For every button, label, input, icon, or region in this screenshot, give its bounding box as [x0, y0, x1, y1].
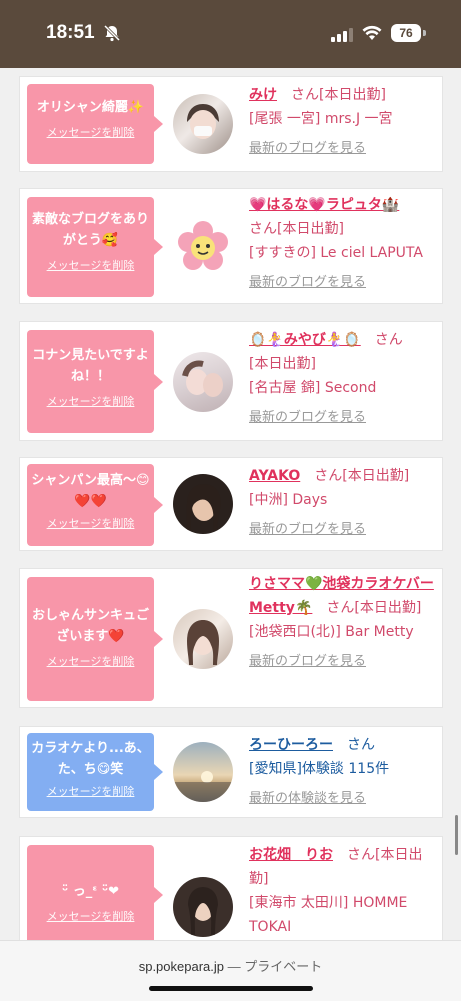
- message-card: カラオケより...あ、た、ち😋笑 メッセージを削除 ろーひーろー さん [愛知県…: [19, 726, 443, 818]
- message-bubble: オリシャン綺麗✨ メッセージを削除: [27, 84, 163, 164]
- sender-san: さん: [347, 737, 375, 753]
- sender-san: さん: [374, 332, 403, 348]
- delete-message-link[interactable]: メッセージを削除: [31, 393, 150, 409]
- message-text: おしゃんサンキュございます❤️: [31, 608, 149, 644]
- status-bar: 18:51 76: [0, 0, 461, 68]
- message-info: お花畑 りお さん[本日出勤] [東海市 太田川] HOMME TOKAI: [249, 843, 439, 939]
- message-bubble: シャンパン最高〜😊❤️❤️ メッセージを削除: [27, 464, 163, 546]
- user-avatar[interactable]: [173, 217, 233, 277]
- sender-status: さん[本日出勤]: [249, 221, 344, 237]
- message-info: りさママ💚池袋カラオケバーMetty🌴 さん[本日出勤] [池袋西口(北)] B…: [249, 572, 439, 674]
- message-card: ᵕ̈ っ_ᵋ ᵕ̈❤︎ メッセージを削除 お花畑 りお さん[本日出勤] [東海…: [19, 836, 443, 956]
- message-bubble: ᵕ̈ っ_ᵋ ᵕ̈❤︎ メッセージを削除: [27, 845, 163, 945]
- message-card: おしゃんサンキュございます❤️ メッセージを削除 りさママ💚池袋カラオケバーMe…: [19, 568, 443, 708]
- sender-name-link[interactable]: ろーひーろー: [249, 737, 333, 753]
- scroll-indicator[interactable]: [455, 815, 458, 855]
- sender-name-link[interactable]: AYAKO: [249, 468, 300, 484]
- message-card: オリシャン綺麗✨ メッセージを削除 みけ さん[本日出勤] [尾張 一宮] mr…: [19, 76, 443, 172]
- url-domain: sp.pokepara.jp: [138, 959, 224, 974]
- message-info: ろーひーろー さん [愛知県]体験談 115件 最新の体験談を見る: [249, 733, 439, 811]
- message-info: 💗はるな💗ラピュタ🏰 さん[本日出勤] [すすきの] Le ciel LAPUT…: [249, 193, 439, 295]
- delete-message-link[interactable]: メッセージを削除: [31, 653, 150, 669]
- shop-area: [中洲] Days: [249, 492, 328, 508]
- status-time: 18:51: [46, 22, 95, 43]
- delete-message-link[interactable]: メッセージを削除: [31, 124, 150, 140]
- wifi-icon: [362, 25, 382, 45]
- latest-blog-link[interactable]: 最新のブログを見る: [249, 137, 439, 161]
- latest-blog-link[interactable]: 最新のブログを見る: [249, 650, 439, 674]
- message-text: コナン見たいですよね！！: [32, 348, 149, 384]
- delete-message-link[interactable]: メッセージを削除: [31, 257, 150, 273]
- message-bubble: おしゃんサンキュございます❤️ メッセージを削除: [27, 577, 163, 701]
- latest-blog-link[interactable]: 最新のブログを見る: [249, 271, 439, 295]
- shop-area: [東海市 太田川] HOMME TOKAI: [249, 895, 408, 935]
- message-bubble: コナン見たいですよね！！ メッセージを削除: [27, 330, 163, 433]
- sender-name-link[interactable]: お花畑 りお: [249, 847, 333, 863]
- battery-indicator: 76: [391, 24, 421, 42]
- private-mode-label: プライベート: [244, 959, 323, 974]
- sender-status: [本日出勤]: [249, 356, 316, 372]
- url-separator: —: [227, 959, 241, 974]
- message-info: みけ さん[本日出勤] [尾張 一宮] mrs.J 一宮 最新のブログを見る: [249, 83, 439, 161]
- user-avatar[interactable]: [173, 94, 233, 154]
- shop-area: [池袋西口(北)] Bar Metty: [249, 624, 414, 640]
- latest-review-link[interactable]: 最新の体験談を見る: [249, 787, 439, 811]
- user-avatar[interactable]: [173, 474, 233, 534]
- message-text: 素敵なブログをありがとう🥰: [31, 212, 149, 248]
- home-indicator[interactable]: [149, 986, 313, 991]
- sender-name-link[interactable]: 💗はるな💗ラピュタ🏰: [249, 197, 399, 213]
- shop-area: [尾張 一宮] mrs.J 一宮: [249, 111, 393, 127]
- latest-blog-link[interactable]: 最新のブログを見る: [249, 518, 439, 542]
- battery-tip: [423, 30, 426, 36]
- message-info: AYAKO さん[本日出勤] [中洲] Days 最新のブログを見る: [249, 464, 439, 542]
- latest-blog-link[interactable]: 最新のブログを見る: [249, 406, 439, 430]
- message-bubble: 素敵なブログをありがとう🥰 メッセージを削除: [27, 197, 163, 297]
- message-card: 素敵なブログをありがとう🥰 メッセージを削除 💗はるな💗ラピュタ🏰 さん[本日出…: [19, 188, 443, 304]
- delete-message-link[interactable]: メッセージを削除: [31, 783, 150, 799]
- message-info: 🪞🧜‍♀️みやび🧜‍♀️🪞 さん [本日出勤] [名古屋 錦] Second 最…: [249, 328, 439, 430]
- delete-message-link[interactable]: メッセージを削除: [31, 908, 150, 924]
- user-avatar[interactable]: [173, 877, 233, 937]
- sender-status: さん[本日出勤]: [291, 87, 386, 103]
- message-text: オリシャン綺麗✨: [36, 100, 145, 115]
- user-avatar[interactable]: [173, 742, 233, 802]
- message-card: コナン見たいですよね！！ メッセージを削除 🪞🧜‍♀️みやび🧜‍♀️🪞 さん […: [19, 321, 443, 441]
- browser-url-bar[interactable]: sp.pokepara.jp — プライベート: [0, 940, 461, 1001]
- cell-signal-icon: [331, 27, 353, 46]
- message-text: カラオケより...あ、た、ち😋笑: [31, 741, 150, 777]
- message-bubble: カラオケより...あ、た、ち😋笑 メッセージを削除: [27, 733, 163, 811]
- user-avatar[interactable]: [173, 352, 233, 412]
- shop-area: [すすきの] Le ciel LAPUTA: [249, 245, 423, 261]
- message-text: シャンパン最高〜😊❤️❤️: [31, 473, 150, 509]
- message-text: ᵕ̈ っ_ᵋ ᵕ̈❤︎: [61, 884, 120, 899]
- silent-bell-icon: [103, 24, 121, 46]
- sender-name-link[interactable]: みけ: [249, 87, 277, 103]
- shop-area: [名古屋 錦] Second: [249, 380, 377, 396]
- message-card: シャンパン最高〜😊❤️❤️ メッセージを削除 AYAKO さん[本日出勤] [中…: [19, 457, 443, 551]
- sender-name-link[interactable]: 🪞🧜‍♀️みやび🧜‍♀️🪞: [249, 332, 361, 348]
- shop-area: [愛知県]体験談 115件: [249, 761, 390, 777]
- user-avatar[interactable]: [173, 609, 233, 669]
- sender-status: さん[本日出勤]: [314, 468, 410, 484]
- delete-message-link[interactable]: メッセージを削除: [31, 515, 150, 531]
- url-row: sp.pokepara.jp — プライベート: [0, 956, 461, 975]
- sender-status: さん[本日出勤]: [326, 600, 422, 616]
